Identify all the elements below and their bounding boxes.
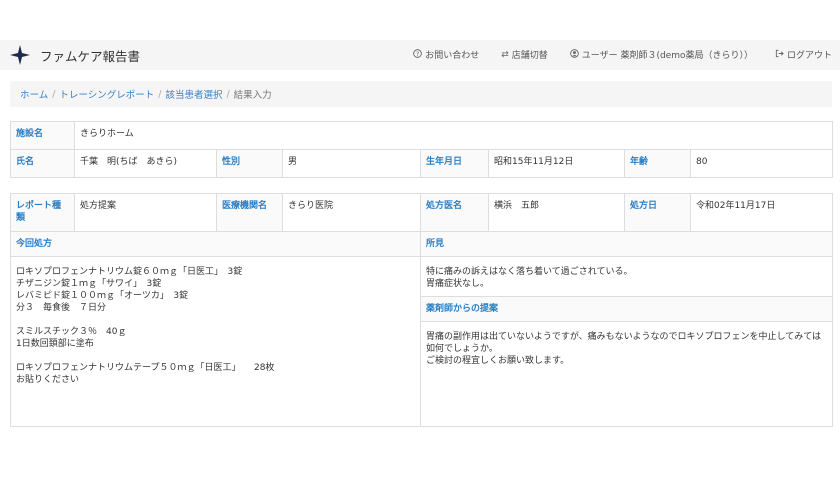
facility-row: 施設名 きらりホーム — [10, 121, 834, 150]
breadcrumb-separator: / — [226, 88, 230, 100]
proposal-title: 薬剤師からの提案 — [420, 296, 833, 322]
section-head-row: 今回処方 所見 — [10, 231, 833, 257]
sex-label: 性別 — [216, 149, 283, 178]
doctor-label: 処方医名 — [420, 193, 489, 232]
breadcrumb-separator: / — [158, 88, 162, 100]
swap-arrows-icon: ⇄ — [501, 49, 509, 60]
breadcrumb-patient-select[interactable]: 該当患者選択 — [165, 87, 222, 101]
prescription-body: ロキソプロフェンナトリウム錠６０ｍｇ「日医工」 3錠 チザニジン錠１ｍｇ「サワイ… — [10, 256, 421, 427]
name-value: 千葉 明(ちば あきら) — [74, 149, 217, 178]
user-circle-icon — [569, 48, 579, 61]
report-table: レポート種類 処方提案 医療機関名 きらり医院 処方医名 横浜 五郎 処方日 令… — [10, 193, 833, 427]
dob-value: 昭和15年11月12日 — [488, 149, 625, 178]
report-meta-row: レポート種類 処方提案 医療機関名 きらり医院 処方医名 横浜 五郎 処方日 令… — [10, 193, 833, 232]
question-circle-icon: ? — [413, 48, 423, 61]
findings-body: 特に痛みの訴えはなく落ち着いて過ごされている。 胃痛症状なし。 — [420, 256, 833, 297]
contact-link-label: お問い合わせ — [425, 51, 480, 61]
sex-value: 男 — [282, 149, 421, 178]
svg-text:?: ? — [416, 50, 419, 57]
name-label: 氏名 — [10, 149, 75, 178]
app-title: ファムケア報告書 — [40, 48, 141, 64]
prescription-title: 今回処方 — [10, 231, 421, 257]
contact-link[interactable]: ? お問い合わせ — [413, 48, 479, 61]
age-label: 年齢 — [624, 149, 691, 178]
report-type-label: レポート種類 — [10, 193, 75, 232]
breadcrumb-separator: / — [52, 88, 56, 100]
switch-store-label: 店舗切替 — [511, 51, 548, 61]
institution-value: きらり医院 — [282, 193, 421, 232]
findings-title: 所見 — [420, 231, 833, 257]
findings-row: ロキソプロフェンナトリウム錠６０ｍｇ「日医工」 3錠 チザニジン錠１ｍｇ「サワイ… — [10, 256, 833, 427]
logout-label: ログアウト — [786, 51, 832, 61]
user-menu-link[interactable]: ユーザー 薬剤師３(demo薬局（きらり）） — [569, 48, 753, 61]
age-value: 80 — [689, 149, 834, 178]
user-menu-label: ユーザー 薬剤師３(demo薬局（きらり）） — [581, 51, 753, 61]
four-point-star-icon — [10, 45, 30, 65]
doctor-value: 横浜 五郎 — [488, 193, 625, 232]
patient-info-table: 施設名 きらりホーム 氏名 千葉 明(ちば あきら) 性別 男 生年月日 昭和1… — [10, 121, 834, 178]
breadcrumb-tracing-report[interactable]: トレーシングレポート — [59, 87, 154, 101]
facility-value: きらりホーム — [73, 121, 834, 150]
prescription-date-value: 令和02年11月17日 — [690, 193, 833, 232]
logout-link[interactable]: ログアウト — [775, 48, 832, 61]
dob-label: 生年月日 — [420, 149, 489, 178]
breadcrumb-current: 結果入力 — [233, 90, 272, 101]
switch-store-link[interactable]: ⇄ 店舗切替 — [501, 48, 548, 62]
patient-row: 氏名 千葉 明(ちば あきら) 性別 男 生年月日 昭和15年11月12日 年齢… — [10, 149, 834, 178]
top-navbar: ファムケア報告書 ? お問い合わせ ⇄ 店舗切替 ユーザー 薬剤師３(demo薬… — [0, 40, 840, 70]
prescription-date-label: 処方日 — [624, 193, 691, 232]
breadcrumb: ホーム / トレーシングレポート / 該当患者選択 / 結果入力 — [10, 81, 832, 107]
proposal-body: 胃痛の副作用は出ていないようですが、痛みもないようなのでロキソプロフェンを中止し… — [420, 321, 833, 427]
logout-icon — [775, 49, 784, 61]
facility-label: 施設名 — [10, 121, 75, 150]
header-links: ? お問い合わせ ⇄ 店舗切替 ユーザー 薬剤師３(demo薬局（きらり）） ロ… — [413, 48, 832, 61]
report-type-value: 処方提案 — [74, 193, 217, 232]
brand[interactable]: ファムケア報告書 — [10, 44, 140, 66]
breadcrumb-home[interactable]: ホーム — [20, 87, 48, 101]
institution-label: 医療機関名 — [216, 193, 283, 232]
